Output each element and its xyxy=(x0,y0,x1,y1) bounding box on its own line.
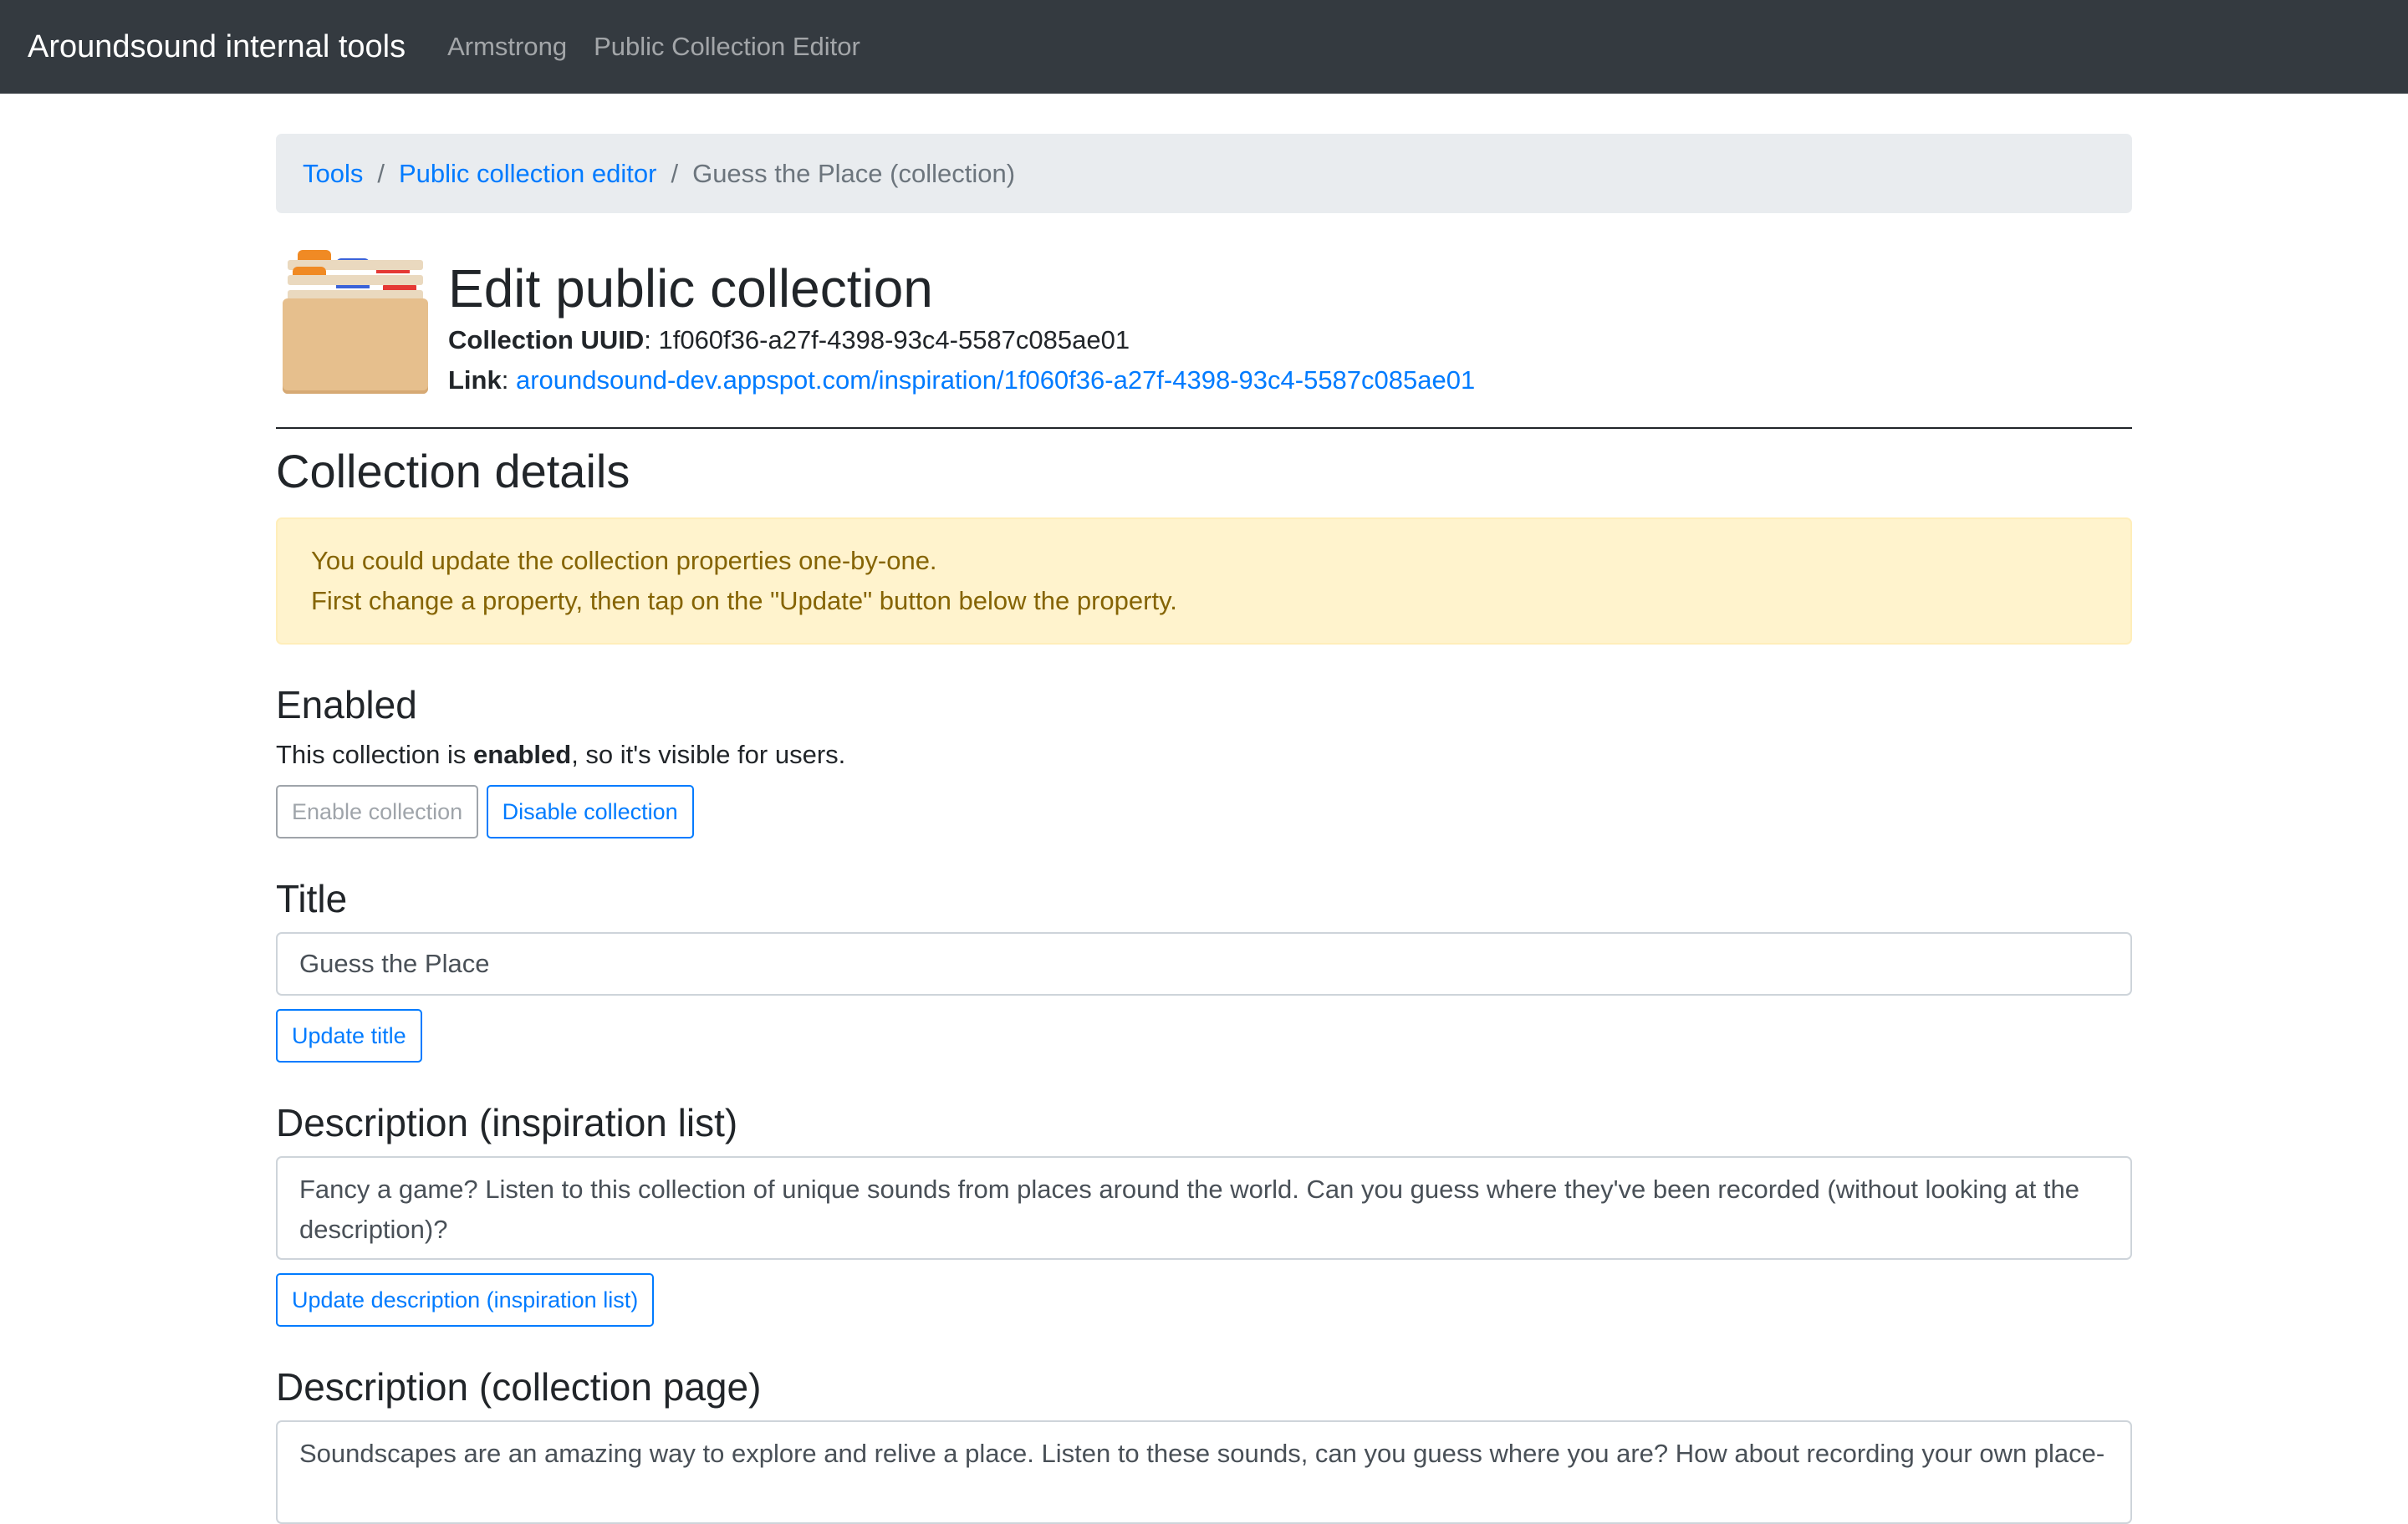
nav-link-armstrong[interactable]: Armstrong xyxy=(447,32,567,62)
collection-link[interactable]: aroundsound-dev.appspot.com/inspiration/… xyxy=(516,365,1475,395)
enabled-section: Enabled This collection is enabled, so i… xyxy=(276,681,2132,838)
title-input[interactable] xyxy=(276,932,2132,996)
page-header: Edit public collection Collection UUID: … xyxy=(276,248,2132,399)
section-divider xyxy=(276,427,2132,429)
description-collection-heading: Description (collection page) xyxy=(276,1365,762,1409)
collection-details-heading: Collection details xyxy=(276,445,630,497)
disable-collection-button[interactable]: Disable collection xyxy=(486,785,694,838)
description-inspiration-textarea[interactable]: Fancy a game? Listen to this collection … xyxy=(276,1156,2132,1260)
breadcrumb-current: Guess the Place (collection) xyxy=(692,158,1016,188)
description-inspiration-heading: Description (inspiration list) xyxy=(276,1101,738,1144)
update-title-button[interactable]: Update title xyxy=(276,1009,422,1063)
info-alert: You could update the collection properti… xyxy=(276,517,2132,645)
title-section: Title Update title xyxy=(276,875,2132,1063)
uuid-label: Collection UUID xyxy=(448,325,645,354)
nav-link-public-collection-editor[interactable]: Public Collection Editor xyxy=(594,32,860,62)
alert-line-2: First change a property, then tap on the… xyxy=(311,586,1177,615)
title-heading: Title xyxy=(276,877,348,920)
breadcrumb: Tools / Public collection editor / Guess… xyxy=(276,134,2132,213)
breadcrumb-tools-link[interactable]: Tools xyxy=(303,159,363,189)
update-description-inspiration-button[interactable]: Update description (inspiration list) xyxy=(276,1273,655,1327)
description-collection-textarea[interactable]: Soundscapes are an amazing way to explor… xyxy=(276,1420,2132,1524)
collection-link-line: Link: aroundsound-dev.appspot.com/inspir… xyxy=(448,365,1476,395)
breadcrumb-separator: / xyxy=(377,158,385,188)
description-collection-section: Description (collection page) Soundscape… xyxy=(276,1363,2132,1524)
enable-collection-button: Enable collection xyxy=(276,785,479,838)
navbar-brand[interactable]: Aroundsound internal tools xyxy=(28,29,406,65)
page-title: Edit public collection xyxy=(448,258,933,319)
alert-line-1: You could update the collection properti… xyxy=(311,546,937,575)
top-navbar: Aroundsound internal tools Armstrong Pub… xyxy=(0,0,2408,94)
enabled-heading: Enabled xyxy=(276,683,417,726)
breadcrumb-public-collection-editor-link[interactable]: Public collection editor xyxy=(399,159,656,189)
enabled-status-value: enabled xyxy=(473,740,572,769)
uuid-value: 1f060f36-a27f-4398-93c4-5587c085ae01 xyxy=(658,325,1130,354)
main-container: Tools / Public collection editor / Guess… xyxy=(276,94,2132,1524)
link-label: Link xyxy=(448,365,502,395)
description-inspiration-section: Description (inspiration list) Fancy a g… xyxy=(276,1099,2132,1327)
breadcrumb-separator: / xyxy=(671,158,679,188)
enabled-status-text: This collection is enabled, so it's visi… xyxy=(276,740,846,769)
collection-uuid-line: Collection UUID: 1f060f36-a27f-4398-93c4… xyxy=(448,325,1130,354)
card-file-box-icon xyxy=(276,248,435,399)
